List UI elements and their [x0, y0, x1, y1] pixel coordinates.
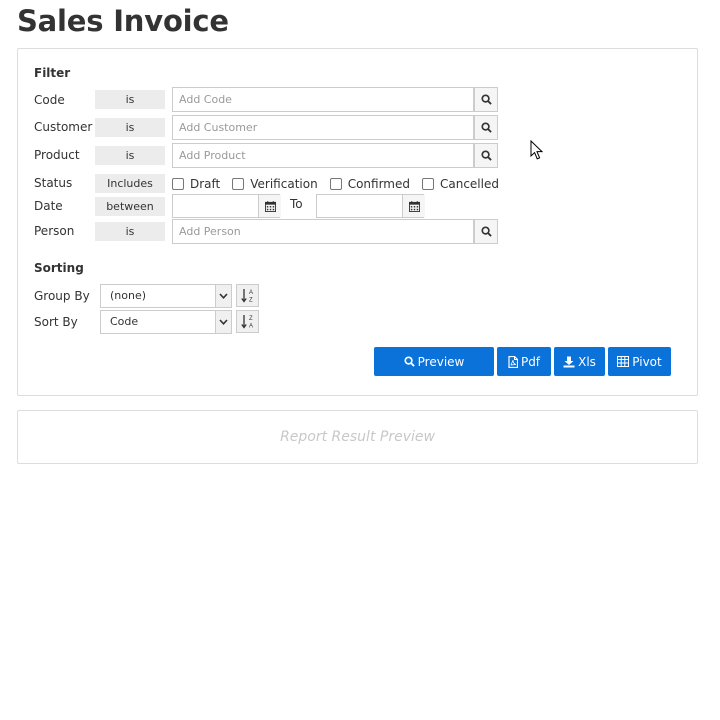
product-label: Product: [34, 148, 80, 162]
product-search-button[interactable]: [474, 143, 498, 168]
svg-text:A: A: [249, 290, 253, 296]
sort-alpha-asc-icon: AZ: [240, 289, 253, 304]
svg-text:Z: Z: [249, 316, 253, 322]
pdf-button[interactable]: Pdf: [497, 347, 551, 376]
table-icon: [617, 356, 630, 367]
confirmed-label: Confirmed: [347, 177, 410, 191]
status-option-verification[interactable]: Verification: [232, 177, 318, 191]
sorting-section-title: Sorting: [34, 261, 84, 275]
search-icon: [480, 150, 492, 161]
chevron-down-icon: [215, 311, 231, 333]
status-checkbox-group: Draft Verification Confirmed Cancelled: [172, 176, 511, 192]
preview-button-label: Preview: [417, 354, 465, 369]
date-to-calendar-button[interactable]: [402, 195, 425, 217]
status-operator[interactable]: Includes: [95, 174, 165, 193]
customer-operator[interactable]: is: [95, 118, 165, 137]
group-by-sort-button[interactable]: AZ: [236, 284, 259, 307]
search-icon: [404, 356, 415, 367]
person-operator[interactable]: is: [95, 222, 165, 241]
product-operator[interactable]: is: [95, 146, 165, 165]
cancelled-label: Cancelled: [439, 177, 499, 191]
status-label: Status: [34, 176, 73, 190]
date-to-label: To: [290, 197, 303, 211]
draft-checkbox[interactable]: [172, 178, 184, 190]
status-option-cancelled[interactable]: Cancelled: [421, 177, 499, 191]
file-pdf-icon: [508, 355, 518, 368]
group-by-select[interactable]: (none): [100, 284, 232, 308]
mouse-pointer-icon: [530, 140, 544, 160]
svg-text:A: A: [249, 324, 253, 330]
status-option-confirmed[interactable]: Confirmed: [329, 177, 410, 191]
code-operator[interactable]: is: [95, 90, 165, 109]
group-by-label: Group By: [34, 289, 90, 303]
pivot-button-label: Pivot: [632, 354, 662, 369]
verification-checkbox[interactable]: [232, 178, 245, 190]
report-filter-panel: Filter Code is Customer is Product is St…: [17, 48, 698, 396]
date-label: Date: [34, 199, 63, 213]
pivot-button[interactable]: Pivot: [608, 347, 671, 376]
verification-label: Verification: [250, 177, 318, 191]
code-search-button[interactable]: [474, 87, 498, 112]
calendar-icon: [264, 200, 276, 212]
sort-by-sort-button[interactable]: ZA: [236, 310, 259, 333]
product-input[interactable]: [172, 143, 474, 168]
preview-button[interactable]: Preview: [374, 347, 494, 376]
customer-input[interactable]: [172, 115, 474, 140]
person-input[interactable]: [172, 219, 474, 244]
person-search-button[interactable]: [474, 219, 498, 244]
customer-label: Customer: [34, 120, 93, 134]
date-from-calendar-button[interactable]: [258, 195, 281, 217]
xls-button[interactable]: Xls: [554, 347, 605, 376]
group-by-value: (none): [110, 289, 147, 302]
draft-label: Draft: [190, 177, 221, 191]
code-input[interactable]: [172, 87, 474, 112]
date-operator[interactable]: between: [95, 197, 165, 216]
search-icon: [480, 94, 492, 105]
calendar-icon: [408, 200, 420, 212]
sort-by-value: Code: [110, 315, 139, 328]
confirmed-checkbox[interactable]: [329, 178, 342, 190]
status-option-draft[interactable]: Draft: [172, 177, 220, 191]
svg-text:Z: Z: [249, 298, 253, 304]
sort-by-select[interactable]: Code: [100, 310, 232, 334]
report-result-panel: Report Result Preview: [17, 410, 698, 464]
sort-alpha-desc-icon: ZA: [240, 315, 253, 330]
xls-button-label: Xls: [578, 354, 596, 369]
customer-search-button[interactable]: [474, 115, 498, 140]
person-label: Person: [34, 224, 75, 238]
pdf-button-label: Pdf: [520, 354, 541, 369]
search-icon: [480, 122, 492, 133]
filter-section-title: Filter: [34, 66, 71, 80]
code-label: Code: [34, 93, 65, 107]
result-placeholder: Report Result Preview: [280, 429, 435, 445]
cancelled-checkbox[interactable]: [421, 178, 434, 190]
search-icon: [480, 226, 492, 237]
sort-by-label: Sort By: [34, 315, 78, 329]
download-icon: [563, 356, 575, 367]
chevron-down-icon: [215, 285, 231, 307]
page-title: Sales Invoice: [17, 4, 229, 38]
